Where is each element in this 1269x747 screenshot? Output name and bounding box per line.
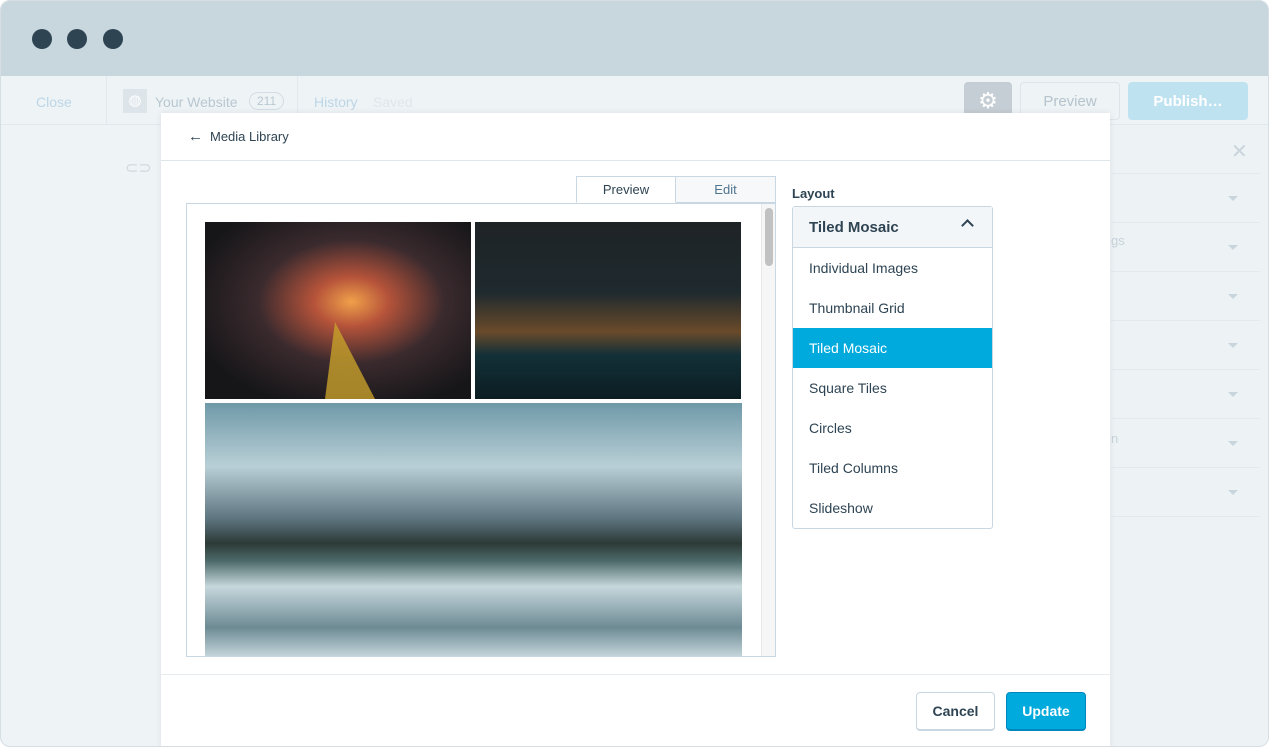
layout-option-tiled-columns[interactable]: Tiled Columns bbox=[793, 448, 992, 488]
history-link[interactable]: History bbox=[314, 94, 358, 110]
update-button[interactable]: Update bbox=[1006, 692, 1086, 731]
link-icon: ⊂⊃ bbox=[125, 160, 152, 177]
chevron-down-icon bbox=[1228, 343, 1238, 348]
gallery-image-mountain-lake[interactable] bbox=[205, 403, 742, 656]
preview-scrollbar[interactable] bbox=[761, 204, 775, 656]
gear-icon: ⚙ bbox=[978, 87, 998, 113]
preview-edit-tabs: Preview Edit bbox=[576, 176, 776, 203]
layout-option-tiled-mosaic[interactable]: Tiled Mosaic bbox=[793, 328, 992, 368]
media-modal: ← Media Library Preview Edit Layout Tile… bbox=[161, 113, 1110, 746]
window-minimize-dot[interactable] bbox=[67, 29, 87, 49]
layout-dropdown[interactable]: Tiled Mosaic Individual Images Thumbnail… bbox=[792, 206, 993, 529]
gallery-image-sunset-road[interactable] bbox=[205, 222, 471, 399]
notification-count: 211 bbox=[249, 92, 285, 110]
road-line bbox=[325, 322, 375, 399]
chevron-down-icon bbox=[1228, 441, 1238, 446]
gallery-image-city-night[interactable] bbox=[475, 222, 741, 399]
tab-edit[interactable]: Edit bbox=[676, 176, 776, 203]
panel-row[interactable] bbox=[1111, 174, 1260, 223]
window-maximize-dot[interactable] bbox=[103, 29, 123, 49]
panel-row[interactable] bbox=[1111, 468, 1260, 517]
selected-layout: Tiled Mosaic bbox=[809, 218, 899, 236]
chevron-down-icon bbox=[1228, 490, 1238, 495]
saved-status: Saved bbox=[373, 94, 413, 110]
divider bbox=[106, 76, 107, 124]
panel-header bbox=[1111, 125, 1260, 174]
chevron-up-icon bbox=[961, 219, 974, 232]
scrollbar-thumb[interactable] bbox=[765, 208, 773, 266]
layout-option-circles[interactable]: Circles bbox=[793, 408, 992, 448]
panel-row[interactable]: gs bbox=[1111, 223, 1260, 272]
panel-row[interactable] bbox=[1111, 321, 1260, 370]
panel-row[interactable]: n bbox=[1111, 419, 1260, 468]
browser-window: Close ◍ Your Website 211 History Saved ⚙… bbox=[0, 0, 1269, 747]
title-bar bbox=[1, 1, 1268, 76]
back-to-media-library[interactable]: Media Library bbox=[210, 129, 289, 144]
layout-option-individual-images[interactable]: Individual Images bbox=[793, 248, 992, 288]
tab-preview[interactable]: Preview bbox=[576, 176, 676, 203]
chevron-down-icon bbox=[1228, 294, 1238, 299]
cancel-button[interactable]: Cancel bbox=[916, 692, 995, 731]
panel-row[interactable] bbox=[1111, 370, 1260, 419]
close-link[interactable]: Close bbox=[36, 94, 72, 110]
modal-footer: Cancel Update bbox=[161, 674, 1110, 746]
layout-option-square-tiles[interactable]: Square Tiles bbox=[793, 368, 992, 408]
arrow-left-icon[interactable]: ← bbox=[188, 128, 203, 145]
chevron-down-icon bbox=[1228, 196, 1238, 201]
layout-option-slideshow[interactable]: Slideshow bbox=[793, 488, 992, 528]
settings-side-panel: ✕ gs n bbox=[1111, 125, 1268, 746]
layout-label: Layout bbox=[792, 186, 835, 201]
chevron-down-icon bbox=[1228, 392, 1238, 397]
panel-row[interactable] bbox=[1111, 272, 1260, 321]
site-name[interactable]: Your Website bbox=[155, 94, 238, 110]
modal-header: ← Media Library bbox=[161, 113, 1110, 161]
gallery-preview bbox=[186, 203, 776, 657]
publish-button[interactable]: Publish… bbox=[1128, 82, 1248, 120]
chevron-down-icon bbox=[1228, 245, 1238, 250]
globe-icon: ◍ bbox=[123, 89, 147, 113]
layout-option-thumbnail-grid[interactable]: Thumbnail Grid bbox=[793, 288, 992, 328]
window-close-dot[interactable] bbox=[32, 29, 52, 49]
layout-select-header[interactable]: Tiled Mosaic bbox=[793, 207, 992, 248]
